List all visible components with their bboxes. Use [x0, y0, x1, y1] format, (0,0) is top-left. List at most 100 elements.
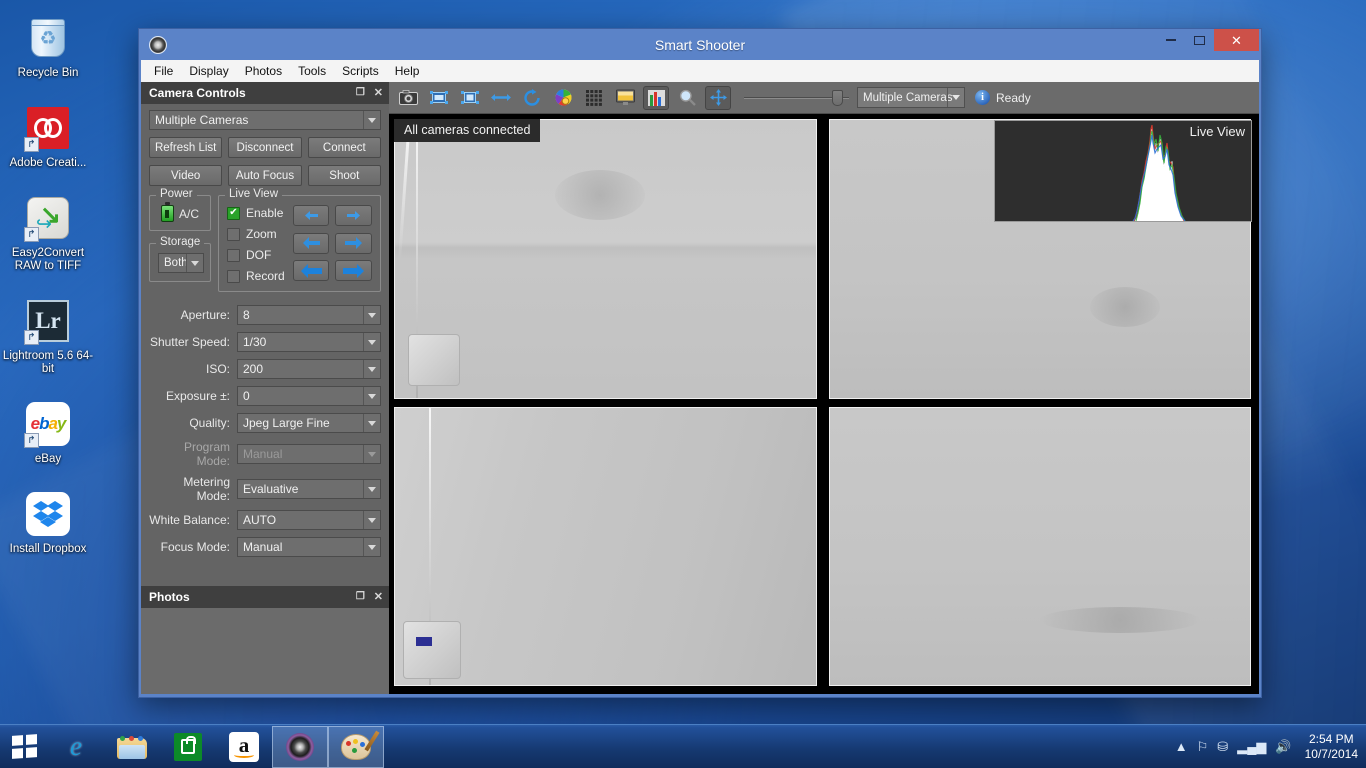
desktop-icon-dropbox[interactable]: Install Dropbox: [0, 484, 96, 564]
left-dock: Camera Controls ❐ ✕ Multiple Cameras Ref…: [141, 82, 389, 694]
setting-value: Jpeg Large Fine: [243, 416, 330, 430]
zoom-icon[interactable]: [674, 86, 700, 110]
menu-file[interactable]: File: [146, 62, 181, 80]
desktop-icon-ebay[interactable]: ebay ↱ eBay: [0, 394, 96, 474]
window-titlebar[interactable]: Smart Shooter ✕: [141, 29, 1259, 60]
grid-icon[interactable]: [581, 86, 607, 110]
connection-button-row: Refresh List Disconnect Connect: [149, 137, 381, 158]
info-icon: i: [975, 90, 990, 105]
chevron-down-icon: [186, 254, 203, 272]
focus-near-small-button[interactable]: [292, 205, 330, 226]
live-view-histogram-overlay[interactable]: Live View: [994, 120, 1252, 222]
taskbar-smart-shooter[interactable]: [272, 725, 328, 768]
chevron-down-icon: [363, 538, 380, 556]
histogram-icon[interactable]: [643, 85, 669, 110]
camera-pane-4[interactable]: [828, 406, 1251, 686]
show-hidden-icons-button[interactable]: ▲: [1175, 740, 1188, 753]
color-wheel-icon[interactable]: [550, 86, 576, 110]
stretch-icon[interactable]: [488, 86, 514, 110]
checkbox-record[interactable]: Record: [227, 269, 285, 283]
setting-label: Shutter Speed:: [149, 335, 230, 349]
chevron-down-icon: [363, 333, 380, 351]
clock-date: 10/7/2014: [1304, 746, 1358, 761]
toolbar-camera-select[interactable]: Multiple Cameras: [857, 87, 965, 108]
taskbar-file-explorer[interactable]: [104, 726, 160, 768]
menu-scripts[interactable]: Scripts: [334, 62, 387, 80]
setting-row-metering-mode: Metering Mode: Evaluative: [149, 475, 381, 503]
refresh-list-button[interactable]: Refresh List: [149, 137, 223, 158]
shoot-button[interactable]: Shoot: [307, 165, 381, 186]
taskbar-paint[interactable]: [328, 725, 384, 768]
desktop-icon-easy2convert[interactable]: ↘ ↪ ↱ Easy2Convert RAW to TIFF: [0, 188, 96, 281]
focus-far-large-button[interactable]: [335, 260, 372, 282]
camera-pane-3[interactable]: [394, 406, 817, 686]
taskbar-amazon[interactable]: a: [216, 726, 272, 768]
auto-focus-button[interactable]: Auto Focus: [228, 165, 302, 186]
checkbox-box-icon: [227, 248, 240, 262]
zoom-slider-knob[interactable]: [832, 89, 843, 106]
float-panel-icon[interactable]: ❐: [356, 592, 365, 602]
exposure-dropdown[interactable]: 0: [237, 386, 381, 406]
pan-icon[interactable]: [705, 85, 731, 110]
menu-display[interactable]: Display: [181, 62, 236, 80]
photos-panel-body[interactable]: [141, 608, 389, 694]
desktop-icon-adobe-creative-cloud[interactable]: ↱ Adobe Creati...: [0, 98, 96, 178]
setting-value: AUTO: [243, 513, 277, 527]
camera-icon[interactable]: [395, 86, 421, 110]
setting-label: Aperture:: [180, 308, 230, 322]
lightroom-icon: Lr ↱: [24, 297, 72, 345]
taskbar-store[interactable]: [160, 726, 216, 768]
checkbox-dof[interactable]: DOF: [227, 248, 285, 262]
live-view-label: Live View: [1189, 124, 1245, 139]
focus-near-medium-button[interactable]: [292, 232, 330, 254]
disconnect-button[interactable]: Disconnect: [228, 137, 302, 158]
iso-dropdown[interactable]: 200: [237, 359, 381, 379]
volume-icon[interactable]: 🔊: [1275, 740, 1291, 753]
menu-photos[interactable]: Photos: [237, 62, 290, 80]
checkbox-zoom[interactable]: Zoom: [227, 227, 285, 241]
aperture-dropdown[interactable]: 8: [237, 305, 381, 325]
metering-mode-dropdown[interactable]: Evaluative: [237, 479, 381, 499]
fullscreen-icon[interactable]: [612, 86, 638, 110]
taskbar: e a ▲ ⚐ ⛁ ▂▄▆ 🔊 2:54 PM 10/7/2014: [0, 724, 1366, 768]
shortcut-arrow-icon: ↱: [24, 137, 39, 152]
focus-mode-dropdown[interactable]: Manual: [237, 537, 381, 557]
refresh-icon[interactable]: [519, 86, 545, 110]
desktop-icon-recycle-bin[interactable]: Recycle Bin: [0, 8, 96, 88]
recycle-bin-icon: [24, 14, 72, 62]
close-panel-icon[interactable]: ✕: [374, 591, 383, 603]
close-panel-icon[interactable]: ✕: [374, 87, 383, 99]
fit-width-icon[interactable]: [426, 86, 452, 110]
shutter-speed-dropdown[interactable]: 1/30: [237, 332, 381, 352]
camera-select-dropdown[interactable]: Multiple Cameras: [149, 110, 381, 130]
power-group: Power A/C: [149, 188, 211, 231]
focus-near-large-button[interactable]: [292, 260, 330, 282]
start-button[interactable]: [0, 726, 48, 768]
camera-pane-1[interactable]: [394, 119, 817, 399]
focus-far-medium-button[interactable]: [335, 232, 372, 254]
focus-far-small-button[interactable]: [335, 205, 372, 226]
clock[interactable]: 2:54 PM 10/7/2014: [1301, 732, 1358, 762]
desktop-icon-lightroom[interactable]: Lr ↱ Lightroom 5.6 64-bit: [0, 291, 96, 384]
clock-time: 2:54 PM: [1308, 731, 1354, 746]
menu-tools[interactable]: Tools: [290, 62, 334, 80]
taskbar-internet-explorer[interactable]: e: [48, 726, 104, 768]
white-balance-dropdown[interactable]: AUTO: [237, 510, 381, 530]
file-explorer-icon: [117, 735, 147, 759]
flag-icon[interactable]: ⚐: [1197, 740, 1209, 753]
float-panel-icon[interactable]: ❐: [356, 88, 365, 98]
video-button[interactable]: Video: [149, 165, 223, 186]
checkbox-enable[interactable]: ✔ Enable: [227, 206, 285, 220]
internet-explorer-icon: e: [70, 731, 82, 761]
network-icon[interactable]: ▂▄▆: [1237, 740, 1266, 753]
windows-store-icon: [174, 732, 202, 761]
storage-dropdown[interactable]: Both: [158, 253, 204, 273]
toolbar-camera-select-value: Multiple Cameras: [863, 91, 953, 104]
action-center-icon[interactable]: ⛁: [1217, 740, 1228, 753]
menu-help[interactable]: Help: [387, 62, 428, 80]
shortcut-arrow-icon: ↱: [24, 330, 39, 345]
quality-dropdown[interactable]: Jpeg Large Fine: [237, 413, 381, 433]
connect-button[interactable]: Connect: [307, 137, 381, 158]
zoom-slider[interactable]: [744, 86, 849, 110]
fit-height-icon[interactable]: [457, 86, 483, 110]
